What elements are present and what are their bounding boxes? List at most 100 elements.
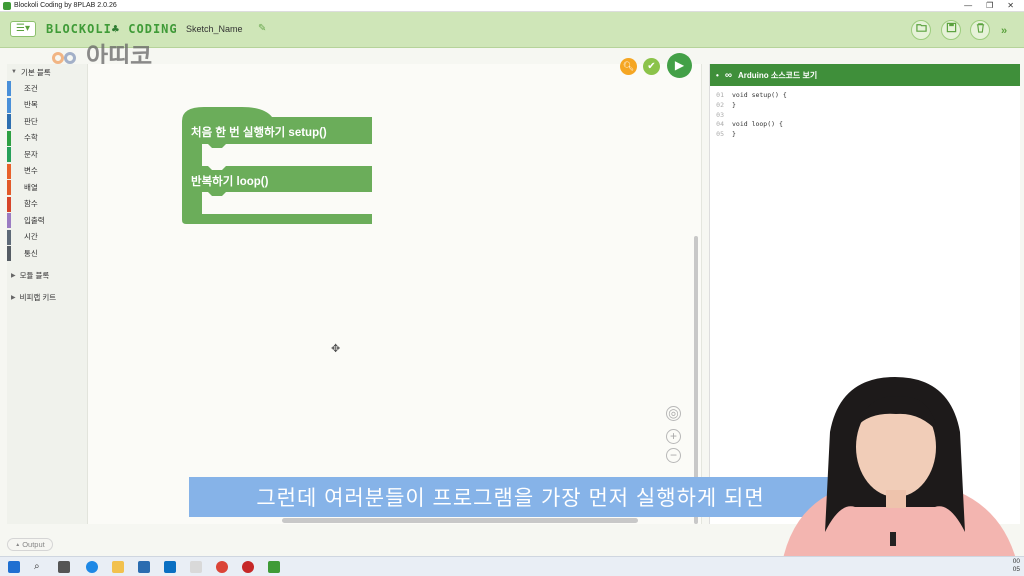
sidebar-item-label: 통신 [24, 248, 38, 258]
sidebar-item-label: 반복 [24, 100, 38, 110]
category-color-bar [7, 130, 11, 146]
chrome-icon[interactable] [216, 561, 228, 573]
sidebar-item-6[interactable]: 배열 [7, 179, 87, 196]
output-toggle[interactable]: ▲ Output [7, 538, 53, 551]
sidebar-item-3[interactable]: 수학 [7, 130, 87, 147]
code-line: 02} [710, 101, 1020, 111]
target-icon: ◎ [668, 406, 679, 420]
save-button[interactable] [941, 20, 961, 40]
presenter-illustration [780, 377, 1020, 576]
sidebar-item-2[interactable]: 판단 [7, 113, 87, 130]
category-color-bar [7, 97, 11, 113]
code-panel-header: • ∞ Arduino 소스코드 보기 [710, 64, 1020, 86]
minus-icon: − [669, 448, 677, 462]
sidebar-item-label: 조건 [24, 83, 38, 93]
category-color-bar [7, 196, 11, 212]
code-line: 01 void setup() { [710, 91, 1020, 101]
code-text: void loop() { [732, 120, 783, 129]
app-icon [3, 1, 11, 10]
sidebar-item-label: 입출력 [24, 215, 45, 225]
sidebar-item-0[interactable]: 조건 [7, 80, 87, 97]
verify-button[interactable]: ✔ [643, 58, 660, 75]
search-icon: 🔍︎ [622, 61, 635, 71]
menu-list-icon: ☰▾ [16, 23, 30, 34]
arduino-icon: ∞ [724, 69, 732, 81]
window-titlebar: Blockoli Coding by 8PLAB 2.0.26 — ❐ ✕ [0, 0, 1024, 12]
sidebar-item-9[interactable]: 시간 [7, 229, 87, 246]
sidebar-item-1[interactable]: 반복 [7, 97, 87, 114]
pencil-icon[interactable]: ✎ [258, 23, 266, 34]
sidebar-item-label: 수학 [24, 133, 38, 143]
category-group-module[interactable]: ▶ 모듈 블록 [7, 268, 87, 284]
setup-loop-block[interactable]: 처음 한 번 실행하기 setup() 반복하기 loop() [182, 107, 372, 224]
category-group-basic[interactable]: ▼ 기본 블록 [7, 64, 87, 80]
search-button[interactable]: 🔍︎ [620, 58, 637, 75]
sidebar-item-label: 판단 [24, 116, 38, 126]
window-title: Blockoli Coding by 8PLAB 2.0.26 [14, 2, 117, 9]
sketch-separator: : [174, 23, 177, 34]
expand-panel-button[interactable]: » [1001, 25, 1007, 37]
sidebar-item-5[interactable]: 변수 [7, 163, 87, 180]
sidebar-item-label: 문자 [24, 149, 38, 159]
zoom-in-button[interactable]: + [666, 429, 681, 444]
logo: BLOCKOLI♣ CODING [46, 22, 178, 36]
edge-browser-icon[interactable] [86, 561, 98, 573]
windows-start-icon[interactable] [8, 561, 20, 573]
sidebar-item-label: 함수 [24, 199, 38, 209]
minimize-button[interactable]: — [964, 1, 972, 10]
code-line: 05} [710, 130, 1020, 140]
category-color-bar [7, 229, 11, 245]
output-label: Output [22, 540, 45, 549]
broccoli-icon: ♣ [111, 22, 121, 36]
search-icon[interactable]: ⌕ [34, 561, 46, 573]
move-cursor-icon: ✥ [331, 343, 341, 355]
line-number: 04 [716, 120, 724, 129]
open-folder-icon [915, 24, 927, 32]
expand-triangle-icon: ▶ [11, 295, 16, 301]
line-number: 02 [716, 100, 724, 109]
mail-icon[interactable] [138, 561, 150, 573]
workspace-horizontal-scrollbar[interactable] [282, 518, 638, 523]
sketch-name[interactable]: Sketch_Name [186, 24, 243, 34]
sidebar-item-label: 변수 [24, 166, 38, 176]
app-icon[interactable] [190, 561, 202, 573]
store-icon[interactable] [164, 561, 176, 573]
open-folder-button[interactable] [911, 20, 931, 40]
code-panel-title: Arduino 소스코드 보기 [737, 70, 818, 80]
line-number: 01 [716, 91, 724, 99]
recorder-icon[interactable] [242, 561, 254, 573]
presenter-video [770, 372, 1024, 576]
system-clock: 00 05 [1012, 558, 1020, 573]
video-subtitle: 그런데 여러분들이 프로그램을 가장 먼저 실행하게 되면 [189, 477, 832, 517]
play-icon: ▶ [674, 58, 685, 72]
menu-button[interactable]: ☰▾ [10, 21, 36, 37]
close-button[interactable]: ✕ [1007, 1, 1014, 10]
file-explorer-icon[interactable] [112, 561, 124, 573]
code-text: } [732, 130, 736, 139]
maximize-button[interactable]: ❐ [986, 1, 993, 10]
category-color-bar [7, 163, 11, 179]
upload-run-button[interactable]: ▶ [667, 53, 692, 78]
sidebar-item-4[interactable]: 문자 [7, 146, 87, 163]
bullet: • [716, 70, 719, 80]
sidebar-item-8[interactable]: 입출력 [7, 212, 87, 229]
sidebar-item-7[interactable]: 함수 [7, 196, 87, 213]
zoom-out-button[interactable]: − [666, 448, 681, 463]
code-editor[interactable]: 01 void setup() {02} 03 04 void loop() {05} [710, 86, 1020, 140]
task-view-icon[interactable] [58, 561, 70, 573]
save-icon [946, 22, 956, 33]
category-color-bar [7, 180, 11, 195]
category-color-bar [7, 213, 11, 228]
plus-icon: + [669, 429, 677, 443]
recenter-button[interactable]: ◎ [666, 406, 681, 421]
trash-button[interactable] [970, 20, 990, 40]
line-number: 05 [716, 130, 724, 139]
loop-block-label: 반복하기 loop() [191, 176, 269, 188]
sidebar-item-10[interactable]: 통신 [7, 245, 87, 262]
os-taskbar: ⌕ 00 05 [0, 556, 1024, 576]
block-workspace[interactable] [88, 64, 702, 524]
category-color-bar [7, 246, 11, 261]
category-group-kit[interactable]: ▶ 비피랩 키트 [7, 290, 87, 306]
sidebar-item-label: 시간 [24, 232, 38, 242]
blockoli-app-icon[interactable] [268, 561, 280, 573]
